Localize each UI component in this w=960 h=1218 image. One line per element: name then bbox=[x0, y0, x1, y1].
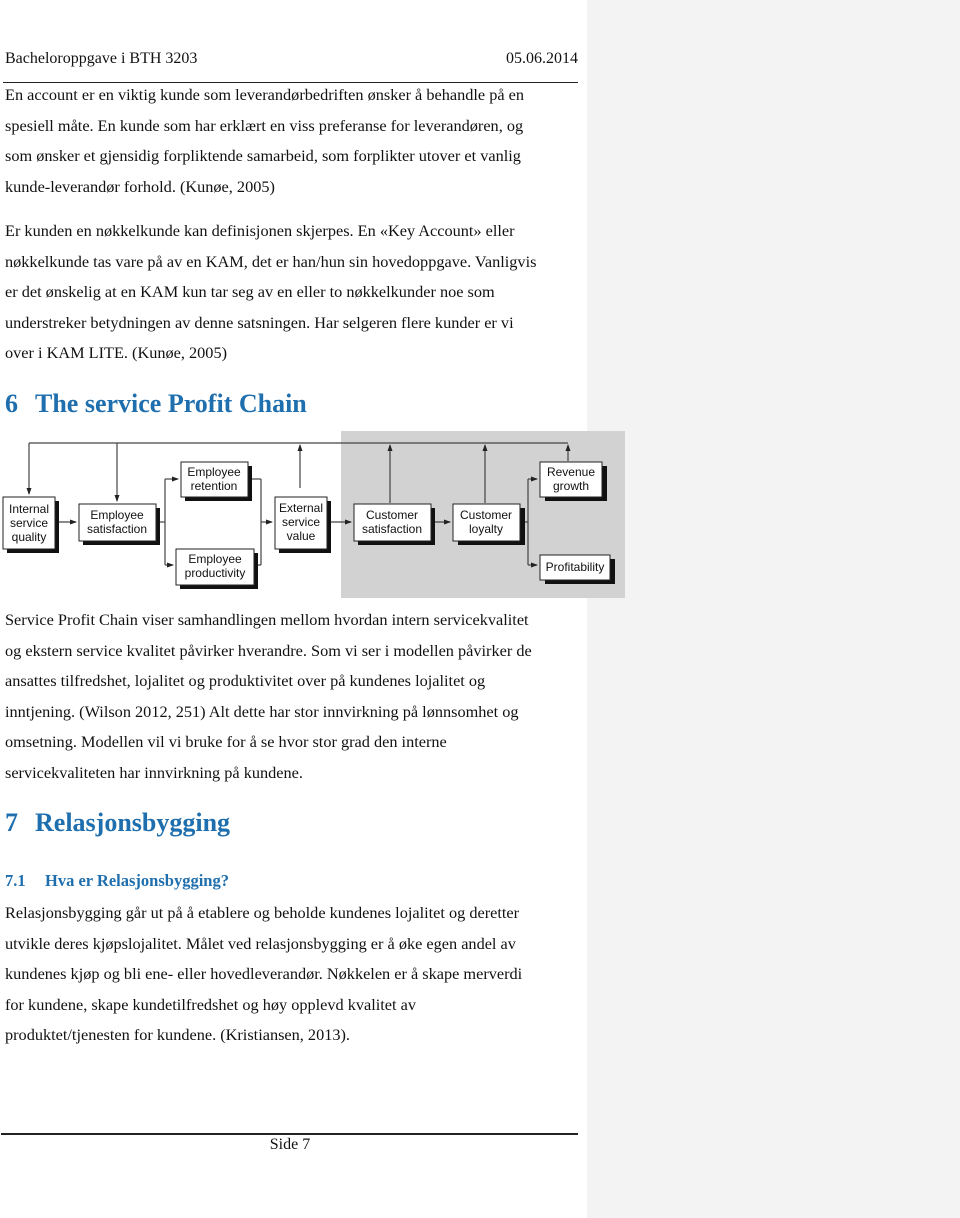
node-label: service bbox=[282, 515, 320, 529]
text-line: omsetning. Modellen vil vi bruke for å s… bbox=[5, 732, 447, 751]
node-label: Employee bbox=[90, 508, 144, 522]
heading-section-7: 7 Relasjonsbygging bbox=[5, 808, 230, 838]
footer-divider bbox=[1, 1133, 578, 1135]
node-external-service-value: External service value bbox=[274, 496, 331, 553]
text-line: produktet/tjenesten for kundene. (Kristi… bbox=[5, 1025, 350, 1044]
node-customer-satisfaction: Customer satisfaction bbox=[353, 503, 435, 545]
heading-number: 7 bbox=[5, 808, 18, 837]
text-line: og ekstern service kvalitet påvirker hve… bbox=[5, 640, 532, 660]
heading-section-7-1: 7.1 Hva er Relasjonsbygging? bbox=[5, 871, 229, 891]
text-line: er det ønskelig at en KAM kun tar seg av… bbox=[5, 282, 495, 301]
heading-number: 7.1 bbox=[5, 871, 26, 890]
paragraph-relasjonsbygging: Relasjonsbygging går ut på å etablere og… bbox=[5, 898, 580, 1051]
document-page: Bacheloroppgave i BTH 3203 05.06.2014 En… bbox=[0, 0, 625, 1218]
node-label: Internal bbox=[9, 502, 49, 516]
paragraph-service-profit-chain: Service Profit Chain viser samhandlingen… bbox=[5, 605, 580, 788]
text-line: inntjening. (Wilson 2012, 251) Alt dette… bbox=[5, 701, 519, 721]
text-line: over i KAM LITE. (Kunøe, 2005) bbox=[5, 343, 228, 362]
paragraph-key-account: Er kunden en nøkkelkunde kan definisjone… bbox=[5, 216, 580, 369]
node-employee-satisfaction: Employee satisfaction bbox=[78, 503, 160, 545]
node-label: quality bbox=[12, 530, 47, 544]
text-line: kundenes kjøp og bli ene- eller hovedlev… bbox=[5, 964, 523, 983]
heading-number: 6 bbox=[5, 389, 18, 418]
node-label: Employee bbox=[188, 552, 242, 566]
node-label: value bbox=[287, 529, 316, 543]
service-profit-chain-diagram: Internal service quality Employee satisf… bbox=[0, 428, 630, 603]
node-employee-retention: Employee retention bbox=[180, 461, 252, 501]
text-line: for kundene, skape kundetilfredshet og h… bbox=[5, 994, 416, 1014]
page-number: Side 7 bbox=[269, 1136, 311, 1153]
heading-section-6: 6 The service Profit Chain bbox=[5, 389, 307, 419]
node-label: Customer bbox=[460, 508, 512, 522]
text-line: utvikle deres kjøpslojalitet. Målet ved … bbox=[5, 933, 516, 953]
node-internal-service-quality: Internal service quality bbox=[2, 496, 59, 553]
text-line: Service Profit Chain viser samhandlingen… bbox=[5, 610, 529, 629]
text-line: Relasjonsbygging går ut på å etablere og… bbox=[5, 903, 520, 922]
text-line: ansattes tilfredshet, lojalitet og produ… bbox=[5, 671, 486, 690]
node-label: Profitability bbox=[546, 560, 605, 574]
node-profitability: Profitability bbox=[539, 554, 615, 584]
node-label: loyalty bbox=[469, 522, 503, 536]
node-label: growth bbox=[553, 479, 589, 493]
page-header: Bacheloroppgave i BTH 3203 05.06.2014 bbox=[5, 50, 578, 72]
node-label: Customer bbox=[366, 508, 418, 522]
heading-text: Hva er Relasjonsbygging? bbox=[45, 871, 229, 890]
node-label: retention bbox=[191, 479, 238, 493]
header-title: Bacheloroppgave i BTH 3203 bbox=[5, 50, 198, 67]
node-label: service bbox=[10, 516, 48, 530]
node-employee-productivity: Employee productivity bbox=[175, 548, 258, 589]
node-label: productivity bbox=[185, 566, 246, 580]
node-label: External bbox=[279, 501, 323, 515]
text-line: kunde-leverandør forhold. (Kunøe, 2005) bbox=[5, 176, 275, 196]
node-label: Employee bbox=[187, 465, 241, 479]
node-label: satisfaction bbox=[362, 522, 422, 536]
node-label: satisfaction bbox=[87, 522, 147, 536]
side-margin-panel bbox=[587, 0, 960, 1218]
node-label: Revenue bbox=[547, 465, 595, 479]
text-line: En account er en viktig kunde som levera… bbox=[5, 85, 524, 104]
text-line: understreker betydningen av denne satsni… bbox=[5, 312, 514, 332]
text-line: spesiell måte. En kunde som har erklært … bbox=[5, 115, 524, 135]
node-customer-loyalty: Customer loyalty bbox=[452, 503, 525, 545]
paragraph-account-definition: En account er en viktig kunde som levera… bbox=[5, 80, 580, 202]
diagram-svg: Internal service quality Employee satisf… bbox=[2, 431, 625, 598]
heading-text: Relasjonsbygging bbox=[35, 808, 231, 837]
text-line: nøkkelkunde tas vare på av en KAM, det e… bbox=[5, 251, 537, 271]
text-line: Er kunden en nøkkelkunde kan definisjone… bbox=[5, 221, 515, 240]
text-line: som ønsker et gjensidig forpliktende sam… bbox=[5, 146, 521, 165]
header-date: 05.06.2014 bbox=[506, 50, 578, 67]
text-line: servicekvaliteten har innvirkning på kun… bbox=[5, 762, 303, 782]
node-revenue-growth: Revenue growth bbox=[539, 461, 607, 501]
heading-text: The service Profit Chain bbox=[35, 389, 307, 418]
